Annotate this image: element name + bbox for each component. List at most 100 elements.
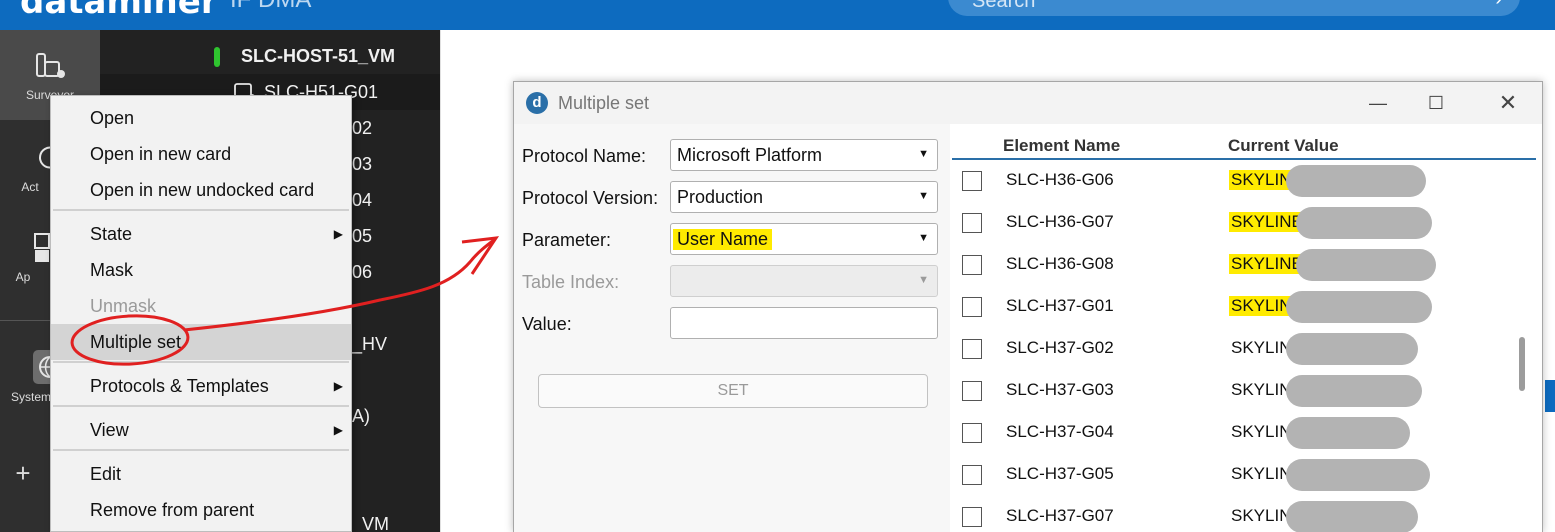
table-row[interactable]: SLC-H37-G07 SKYLIN xyxy=(950,498,1520,532)
dataminer-app-icon: d xyxy=(526,92,548,114)
table-row[interactable]: SLC-H36-G08 SKYLINE xyxy=(950,246,1520,288)
maximize-button[interactable]: ☐ xyxy=(1416,90,1456,116)
tree-item-label: 02 xyxy=(352,118,373,138)
dialog-form-pane: Protocol Name: Microsoft Platform ▼ Prot… xyxy=(514,124,950,532)
protocol-version-label: Protocol Version: xyxy=(522,188,659,208)
parameter-value: User Name xyxy=(673,229,773,250)
row-checkbox[interactable] xyxy=(962,507,982,527)
content-divider xyxy=(440,30,441,532)
protocol-version-value: Production xyxy=(677,187,764,207)
tree-item-label: 03 xyxy=(352,154,373,174)
table-index-label: Table Index: xyxy=(522,272,620,292)
submenu-arrow-icon: ▶ xyxy=(333,227,343,241)
table-row[interactable]: SLC-H37-G02 SKYLIN xyxy=(950,330,1520,372)
current-value: SKYLIN xyxy=(1231,464,1292,483)
current-value: SKYLIN xyxy=(1231,422,1292,441)
value-input[interactable] xyxy=(670,307,938,339)
protocol-name-value: Microsoft Platform xyxy=(677,145,823,165)
element-name: SLC-H36-G08 xyxy=(1006,254,1114,273)
tree-item-label: A) xyxy=(352,406,370,426)
menu-item-label: Protocols & Templates xyxy=(90,376,269,396)
table-row[interactable]: SLC-H37-G01 SKYLIN xyxy=(950,288,1520,330)
search-go-icon[interactable]: › xyxy=(1495,0,1502,11)
dialog-title: Multiple set xyxy=(558,93,650,113)
row-checkbox[interactable] xyxy=(962,171,982,191)
row-checkbox[interactable] xyxy=(962,255,982,275)
element-name: SLC-H37-G07 xyxy=(1006,506,1114,525)
protocol-version-select[interactable]: Production ▼ xyxy=(670,181,938,213)
redacted-value xyxy=(1286,333,1418,365)
redacted-value xyxy=(1286,165,1426,197)
tree-item-label: SLC-HOST-51_VM xyxy=(241,46,396,66)
menu-item-label: Open in new undocked card xyxy=(90,180,315,200)
tree-item-label: 05 xyxy=(352,226,373,246)
tree-item[interactable]: SLC-HOST-51_VM xyxy=(100,38,440,74)
redacted-value xyxy=(1296,207,1432,239)
table-row[interactable]: SLC-H36-G07 SKYLINE xyxy=(950,204,1520,246)
redacted-value xyxy=(1296,249,1436,281)
dropdown-arrow-icon: ▼ xyxy=(918,232,929,244)
submenu-arrow-icon: ▶ xyxy=(333,379,343,393)
row-checkbox[interactable] xyxy=(962,297,982,317)
element-list-pane: Element Name Current Value SLC-H36-G06 S… xyxy=(950,124,1542,532)
table-row[interactable]: SLC-H37-G05 SKYLIN xyxy=(950,456,1520,498)
dropdown-arrow-icon: ▼ xyxy=(918,274,929,286)
element-name: SLC-H36-G07 xyxy=(1006,212,1114,231)
redacted-value xyxy=(1286,459,1430,491)
row-checkbox[interactable] xyxy=(962,381,982,401)
current-value: SKYLIN xyxy=(1231,506,1292,525)
menu-item-protocols-templates[interactable]: Protocols & Templates ▶ xyxy=(51,368,351,404)
menu-item-open-new-card[interactable]: Open in new card xyxy=(51,136,351,172)
column-header-current-value[interactable]: Current Value xyxy=(1228,136,1339,156)
close-button[interactable]: ✕ xyxy=(1488,90,1528,116)
table-index-select: ▼ xyxy=(670,265,938,297)
menu-item-multiple-set[interactable]: Multiple set xyxy=(51,324,351,360)
top-header-bar: dataminer IF DMA Search › xyxy=(0,0,1555,30)
dataminer-logo[interactable]: dataminer xyxy=(20,0,218,22)
search-box[interactable]: Search › xyxy=(948,0,1520,16)
dropdown-arrow-icon: ▼ xyxy=(918,148,929,160)
status-led-icon xyxy=(214,47,220,67)
row-checkbox[interactable] xyxy=(962,213,982,233)
menu-item-state[interactable]: State ▶ xyxy=(51,216,351,252)
menu-item-open-undocked-card[interactable]: Open in new undocked card xyxy=(51,172,351,208)
table-row[interactable]: SLC-H37-G03 SKYLIN xyxy=(950,372,1520,414)
element-name: SLC-H37-G05 xyxy=(1006,464,1114,483)
tree-item-label: _HV xyxy=(352,334,388,354)
menu-item-remove-from-parent[interactable]: Remove from parent xyxy=(51,492,351,528)
redacted-value xyxy=(1286,291,1432,323)
dropdown-arrow-icon: ▼ xyxy=(918,190,929,202)
submenu-arrow-icon: ▶ xyxy=(333,423,343,437)
element-name: SLC-H37-G04 xyxy=(1006,422,1114,441)
surveyor-icon xyxy=(36,53,65,78)
current-value: SKYLIN xyxy=(1231,380,1292,399)
table-row[interactable]: SLC-H37-G04 SKYLIN xyxy=(950,414,1520,456)
protocol-name-select[interactable]: Microsoft Platform ▼ xyxy=(670,139,938,171)
menu-item-mask[interactable]: Mask xyxy=(51,252,351,288)
row-checkbox[interactable] xyxy=(962,423,982,443)
menu-item-open[interactable]: Open xyxy=(51,100,351,136)
menu-item-view[interactable]: View ▶ xyxy=(51,412,351,448)
set-button[interactable]: SET xyxy=(538,374,928,408)
minimize-button[interactable]: — xyxy=(1358,90,1398,116)
menu-separator xyxy=(53,361,349,363)
current-value: SKYLINE xyxy=(1229,254,1305,274)
protocol-name-label: Protocol Name: xyxy=(522,146,647,166)
menu-item-label: Edit xyxy=(90,464,122,484)
menu-item-edit[interactable]: Edit xyxy=(51,456,351,492)
tree-item-label: 04 xyxy=(352,190,373,210)
tree-item-label: 06 xyxy=(352,262,373,282)
parameter-label: Parameter: xyxy=(522,230,612,250)
menu-separator xyxy=(53,449,349,451)
table-row[interactable]: SLC-H36-G06 SKYLIN xyxy=(950,162,1520,204)
menu-item-label: Open xyxy=(90,108,135,128)
menu-item-label: Open in new card xyxy=(90,144,232,164)
dialog-title-bar[interactable]: d Multiple set — ☐ ✕ xyxy=(514,82,1542,124)
list-scrollbar[interactable] xyxy=(1519,337,1525,391)
element-name: SLC-H37-G02 xyxy=(1006,338,1114,357)
row-checkbox[interactable] xyxy=(962,465,982,485)
row-checkbox[interactable] xyxy=(962,339,982,359)
parameter-select[interactable]: User Name ▼ xyxy=(670,223,938,255)
column-header-element-name[interactable]: Element Name xyxy=(1003,136,1120,156)
current-value: SKYLIN xyxy=(1231,338,1292,357)
